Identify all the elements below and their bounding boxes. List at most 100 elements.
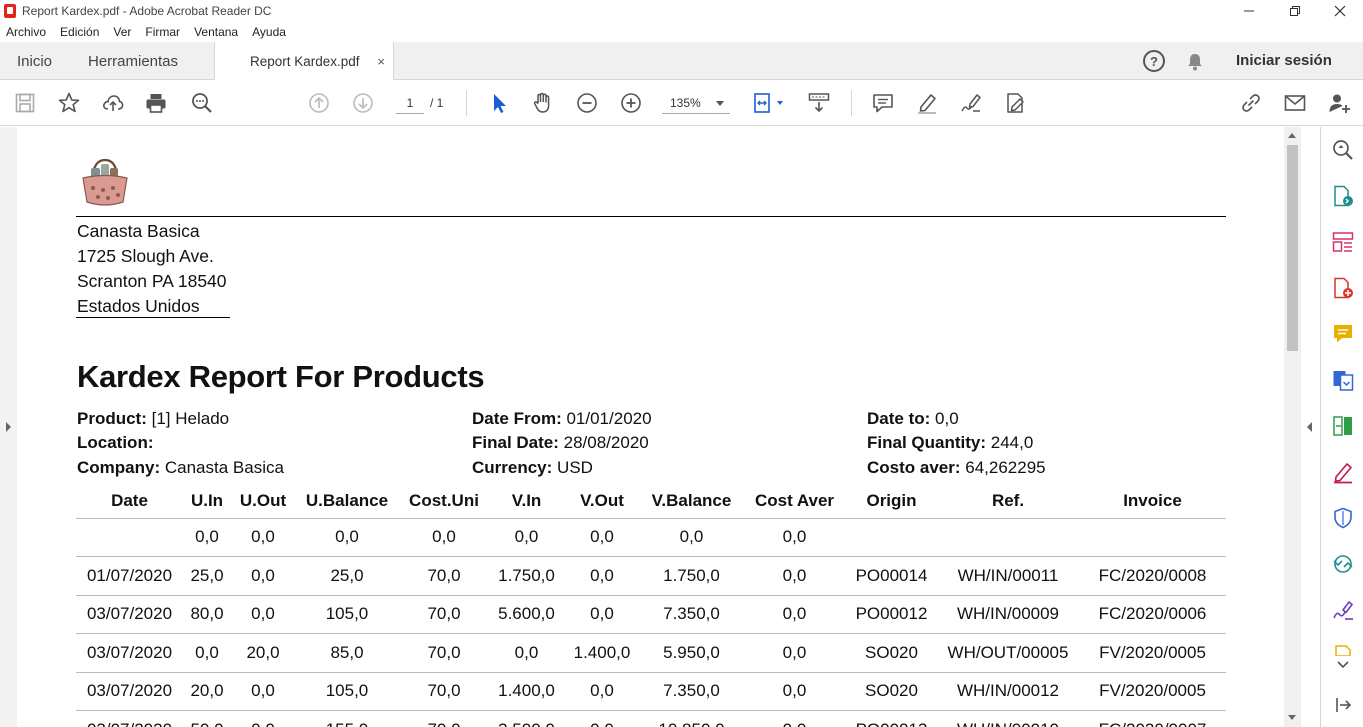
- scroll-mode-icon: [808, 93, 830, 113]
- save-button[interactable]: [12, 90, 38, 116]
- menu-archivo[interactable]: Archivo: [6, 25, 46, 39]
- cell-date: 03/07/2020: [76, 710, 183, 727]
- cell-cost-aver: 0,0: [743, 633, 846, 673]
- request-signature-icon[interactable]: [1331, 598, 1355, 622]
- cell-v-balance: 0,0: [640, 518, 743, 557]
- export-pdf-icon[interactable]: [1331, 184, 1355, 208]
- chevron-down-icon[interactable]: [1331, 660, 1355, 670]
- close-window-button[interactable]: [1317, 0, 1363, 22]
- more-tools-icon[interactable]: [1331, 644, 1355, 656]
- next-page-button[interactable]: [350, 90, 376, 116]
- fit-page-icon: [754, 93, 783, 113]
- sign-in-button[interactable]: Iniciar sesión: [1236, 52, 1332, 69]
- send-for-review-icon[interactable]: [1331, 552, 1355, 576]
- create-pdf-icon[interactable]: [1331, 276, 1355, 300]
- page-number-input[interactable]: 1: [396, 94, 424, 114]
- combine-files-icon[interactable]: [1331, 368, 1355, 392]
- restore-button[interactable]: [1272, 0, 1318, 22]
- cell-v-balance: 10.850,0: [640, 710, 743, 727]
- cell-v-out: 1.400,0: [564, 633, 640, 673]
- address-street: 1725 Slough Ave.: [77, 246, 214, 266]
- enhance-scan-icon[interactable]: [1331, 138, 1355, 162]
- search-button[interactable]: [189, 90, 215, 116]
- cell-u-balance: 85,0: [295, 633, 399, 673]
- menu-edicion[interactable]: Edición: [60, 25, 99, 39]
- cell-cost-aver: 0,0: [743, 518, 846, 557]
- email-button[interactable]: [1282, 90, 1308, 116]
- previous-page-button[interactable]: [306, 90, 332, 116]
- cell-cost-uni: 70,0: [399, 633, 489, 673]
- menu-firmar[interactable]: Firmar: [145, 25, 180, 39]
- help-icon[interactable]: ?: [1143, 50, 1165, 72]
- tab-document[interactable]: Report Kardex.pdf ×: [214, 42, 394, 81]
- scroll-down-icon[interactable]: [1288, 715, 1296, 720]
- cell-u-in: 50,0: [183, 710, 231, 727]
- minimize-button[interactable]: [1226, 0, 1272, 22]
- close-tab-icon[interactable]: ×: [377, 54, 385, 69]
- cell-cost-uni: 0,0: [399, 518, 489, 557]
- right-pane-toggle[interactable]: [1301, 127, 1320, 727]
- print-button[interactable]: [143, 90, 169, 116]
- zoom-in-button[interactable]: [618, 90, 644, 116]
- cell-origin: SO020: [846, 633, 937, 673]
- add-user-button[interactable]: [1326, 90, 1352, 116]
- cell-ref: WH/OUT/00005: [937, 633, 1079, 673]
- column-header-cost-aver: Cost Aver: [743, 484, 846, 519]
- highlight-pen-icon: [918, 94, 936, 114]
- notifications-bell-icon[interactable]: [1185, 52, 1205, 72]
- hand-icon: [533, 92, 550, 113]
- tab-herramientas[interactable]: Herramientas: [88, 42, 178, 80]
- cell-date: [76, 518, 183, 557]
- table-row: 01/07/2020 25,0 0,0 25,0 70,0 1.750,0 0,0 1.750…: [76, 556, 1226, 596]
- fit-page-button[interactable]: [752, 90, 788, 116]
- cell-v-balance: 5.950,0: [640, 633, 743, 673]
- tab-inicio[interactable]: Inicio: [17, 42, 52, 80]
- meta-location: Location:: [77, 433, 154, 452]
- cell-date: 03/07/2020: [76, 672, 183, 711]
- organize-pages-icon[interactable]: [1331, 230, 1355, 254]
- comment-button[interactable]: [870, 90, 896, 116]
- scroll-up-icon[interactable]: [1288, 133, 1296, 138]
- edit-pdf-icon[interactable]: [1331, 414, 1355, 438]
- comment-tool-icon[interactable]: [1331, 322, 1355, 346]
- menu-ventana[interactable]: Ventana: [194, 25, 238, 39]
- cell-cost-uni: 70,0: [399, 710, 489, 727]
- title-bar: Report Kardex.pdf - Adobe Acrobat Reader…: [0, 0, 1363, 22]
- cell-v-in: 3.500,0: [489, 710, 564, 727]
- fill-and-sign-icon[interactable]: [1331, 460, 1355, 484]
- hand-tool-button[interactable]: [530, 90, 556, 116]
- table-header-row: Date U.In U.Out U.Balance Cost.Uni V.In V.Out V…: [76, 484, 1226, 519]
- cell-u-in: 0,0: [183, 518, 231, 557]
- tools-pane: [1320, 127, 1363, 727]
- cell-invoice: FC/2020/0006: [1079, 595, 1226, 634]
- cell-u-out: 0,0: [231, 556, 295, 596]
- collapse-right-icon: [1307, 422, 1312, 432]
- share-link-button[interactable]: [1238, 90, 1264, 116]
- highlight-button[interactable]: [914, 90, 940, 116]
- cell-u-balance: 25,0: [295, 556, 399, 596]
- cell-v-out: 0,0: [564, 518, 640, 557]
- scrollbar-thumb[interactable]: [1287, 145, 1298, 351]
- sign-button[interactable]: [958, 90, 984, 116]
- zoom-level-select[interactable]: 135%: [662, 94, 730, 114]
- bookmark-button[interactable]: [56, 90, 82, 116]
- expand-pane-icon[interactable]: [1331, 693, 1355, 717]
- menu-ayuda[interactable]: Ayuda: [252, 25, 286, 39]
- comment-icon: [873, 94, 893, 113]
- zoom-out-button[interactable]: [574, 90, 600, 116]
- vertical-scrollbar[interactable]: [1284, 127, 1301, 727]
- upload-button[interactable]: [100, 90, 126, 116]
- left-pane-toggle[interactable]: [0, 127, 17, 727]
- cell-u-out: 0,0: [231, 710, 295, 727]
- cell-u-out: 20,0: [231, 633, 295, 673]
- chevron-down-icon: [716, 101, 724, 106]
- meta-final-date: Final Date: 28/08/2020: [472, 433, 649, 452]
- scroll-mode-button[interactable]: [806, 90, 832, 116]
- table-row: 03/07/2020 80,0 0,0 105,0 70,0 5.600,0 0,0 7.35…: [76, 595, 1226, 634]
- menu-ver[interactable]: Ver: [113, 25, 131, 39]
- cell-v-balance: 7.350,0: [640, 595, 743, 634]
- fill-sign-button[interactable]: [1002, 90, 1028, 116]
- protect-icon[interactable]: [1331, 506, 1355, 530]
- menu-bar: Archivo Edición Ver Firmar Ventana Ayuda: [0, 22, 1363, 42]
- select-tool-button[interactable]: [486, 90, 512, 116]
